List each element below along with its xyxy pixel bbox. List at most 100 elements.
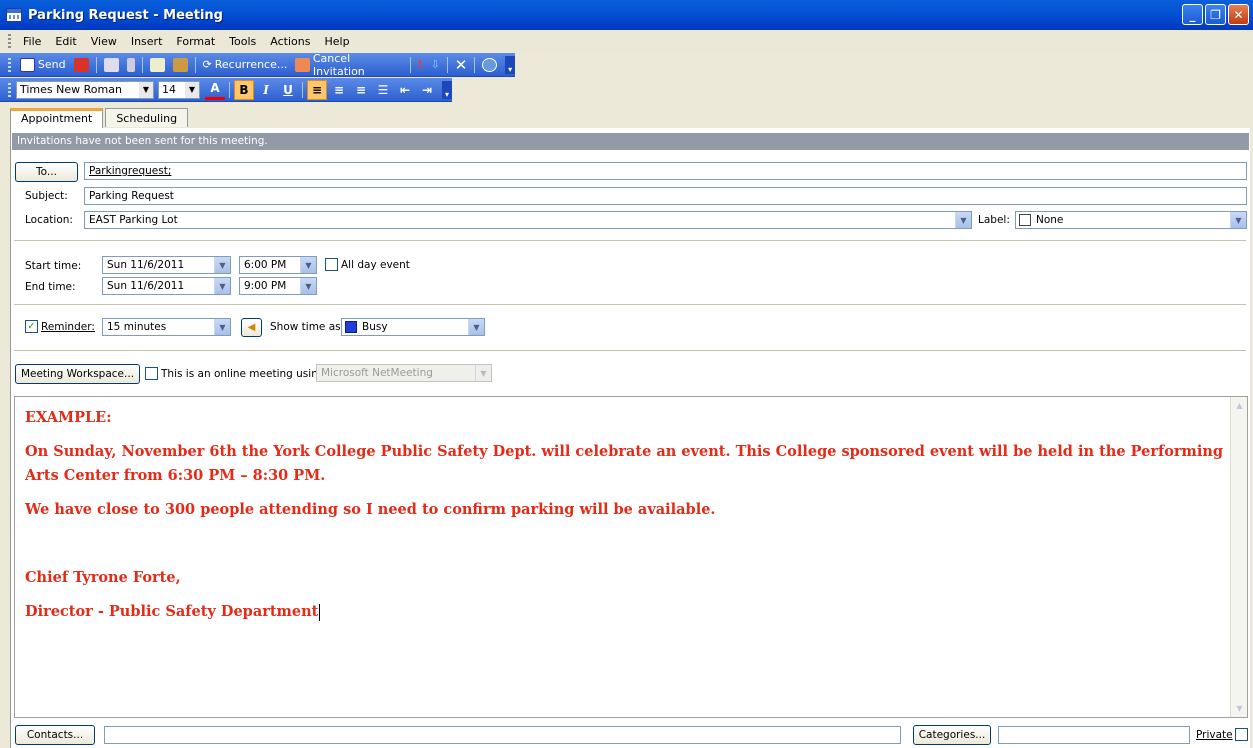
message-body[interactable]: EXAMPLE: On Sunday, November 6th the Yor… (14, 396, 1248, 718)
toolbar-options-icon[interactable]: ▾ (505, 55, 515, 74)
close-button[interactable]: ✕ (1228, 4, 1249, 25)
reminder-select[interactable]: 15 minutes ▼ (102, 318, 231, 336)
menu-insert[interactable]: Insert (124, 33, 170, 50)
chevron-down-icon: ▼ (185, 81, 199, 98)
high-importance-button[interactable]: ! (414, 55, 427, 75)
text-cursor (319, 603, 321, 621)
start-date-field[interactable]: Sun 11/6/2011 ▼ (102, 256, 231, 274)
toolbar-separator (141, 56, 143, 73)
delete-x-icon: ✕ (454, 55, 468, 74)
menu-bar: File Edit View Insert Format Tools Actio… (0, 30, 1253, 52)
attach-button[interactable] (123, 55, 139, 75)
location-label: Location: (25, 214, 73, 226)
increase-indent-button[interactable]: ⇥ (417, 80, 437, 100)
chevron-down-icon[interactable]: ▼ (300, 257, 316, 273)
menu-actions[interactable]: Actions (263, 33, 317, 50)
underline-button[interactable]: U (278, 80, 298, 100)
check-names-button[interactable] (169, 55, 192, 75)
chevron-down-icon[interactable]: ▼ (468, 319, 484, 335)
print-button[interactable] (100, 55, 123, 75)
menu-help[interactable]: Help (317, 33, 356, 50)
menu-edit[interactable]: Edit (48, 33, 83, 50)
toolbar-separator (95, 56, 97, 73)
meeting-workspace-button[interactable]: Meeting Workspace... (15, 364, 140, 384)
help-button[interactable] (478, 55, 501, 75)
label-color-swatch (1019, 214, 1031, 226)
paperclip-icon (126, 57, 135, 72)
subject-field[interactable]: Parking Request (84, 187, 1247, 205)
categories-field[interactable] (998, 726, 1190, 744)
recurrence-button[interactable]: ⟳ Recurrence... (199, 55, 292, 75)
to-button[interactable]: To... (15, 162, 78, 182)
chevron-down-icon[interactable]: ▼ (955, 212, 971, 228)
maximize-button[interactable]: ❐ (1205, 4, 1226, 25)
font-size-select[interactable]: 14 ▼ (158, 80, 200, 99)
end-time-field[interactable]: 9:00 PM ▼ (239, 277, 317, 295)
address-icon (73, 57, 89, 72)
menu-format[interactable]: Format (169, 33, 222, 50)
address-check-button[interactable] (70, 55, 93, 75)
chevron-down-icon[interactable]: ▼ (1230, 212, 1246, 228)
end-date-field[interactable]: Sun 11/6/2011 ▼ (102, 277, 231, 295)
chevron-down-icon[interactable]: ▼ (214, 257, 230, 273)
italic-button[interactable]: I (256, 80, 276, 100)
cancel-invitation-button[interactable]: Cancel Invitation (291, 52, 406, 78)
align-center-button[interactable]: ≡ (329, 80, 349, 100)
send-button[interactable]: Send (16, 55, 70, 75)
font-color-button[interactable]: A (205, 80, 225, 100)
categories-button[interactable]: Categories... (913, 725, 991, 745)
menu-tools[interactable]: Tools (222, 33, 263, 50)
decrease-indent-button[interactable]: ⇤ (395, 80, 415, 100)
label-select[interactable]: None ▼ (1015, 211, 1247, 229)
toolbar-options-icon[interactable]: ▾ (442, 80, 452, 99)
body-scrollbar[interactable]: ▲ ▼ (1230, 397, 1247, 717)
body-line: EXAMPLE: (25, 409, 112, 426)
body-line-signature: Director - Public Safety Department (25, 603, 321, 621)
decrease-indent-icon: ⇤ (399, 82, 411, 97)
bold-button[interactable]: B (234, 79, 254, 100)
reminder-sound-button[interactable]: ◀ (241, 318, 262, 337)
address-book-button[interactable] (146, 55, 169, 75)
chevron-down-icon[interactable]: ▼ (300, 278, 316, 294)
scroll-down-icon[interactable]: ▼ (1231, 700, 1248, 717)
bullets-icon: ☰ (377, 82, 389, 97)
toolbar-separator (446, 56, 448, 73)
show-time-select[interactable]: Busy ▼ (341, 318, 485, 336)
body-line: Chief Tyrone Forte, (25, 569, 181, 586)
divider (14, 240, 1246, 241)
font-name-select[interactable]: Times New Roman ▼ (16, 80, 154, 99)
scroll-up-icon[interactable]: ▲ (1231, 397, 1248, 414)
chevron-down-icon[interactable]: ▼ (214, 278, 230, 294)
minimize-button[interactable]: _ (1182, 4, 1203, 25)
body-line: We have close to 300 people attending so… (25, 501, 716, 518)
chevron-down-icon[interactable]: ▼ (214, 319, 230, 335)
tab-appointment[interactable]: Appointment (10, 108, 104, 128)
bullets-button[interactable]: ☰ (373, 80, 393, 100)
online-meeting-select[interactable]: Microsoft NetMeeting ▼ (316, 364, 492, 382)
delete-button[interactable]: ✕ (451, 55, 472, 75)
low-importance-button[interactable]: ⇩ (427, 55, 444, 75)
reminder-checkbox[interactable]: ✓ (25, 320, 38, 333)
private-checkbox[interactable] (1235, 728, 1248, 741)
calendar-icon (6, 8, 22, 22)
standard-toolbar: Send ⟳ Recurrence... Cancel Invitation !… (0, 52, 515, 78)
window-title: Parking Request - Meeting (28, 7, 223, 23)
end-time-label: End time: (25, 281, 76, 293)
subject-label: Subject: (25, 190, 68, 202)
start-time-field[interactable]: 6:00 PM ▼ (239, 256, 317, 274)
to-field[interactable]: Parkingrequest; (84, 162, 1247, 180)
location-field[interactable]: EAST Parking Lot ▼ (84, 211, 972, 229)
all-day-checkbox[interactable] (325, 258, 338, 271)
menu-view[interactable]: View (84, 33, 124, 50)
tab-scheduling[interactable]: Scheduling (105, 108, 189, 127)
menu-file[interactable]: File (16, 33, 48, 50)
align-left-icon: ≡ (311, 82, 323, 97)
contacts-field[interactable] (104, 726, 901, 744)
online-meeting-checkbox[interactable] (145, 367, 158, 380)
online-meeting-label: This is an online meeting using: (161, 368, 329, 380)
align-right-icon: ≡ (355, 82, 367, 97)
align-right-button[interactable]: ≡ (351, 80, 371, 100)
align-left-button[interactable]: ≡ (307, 79, 327, 100)
contacts-button[interactable]: Contacts... (15, 725, 95, 745)
toolbar-separator (194, 56, 196, 73)
